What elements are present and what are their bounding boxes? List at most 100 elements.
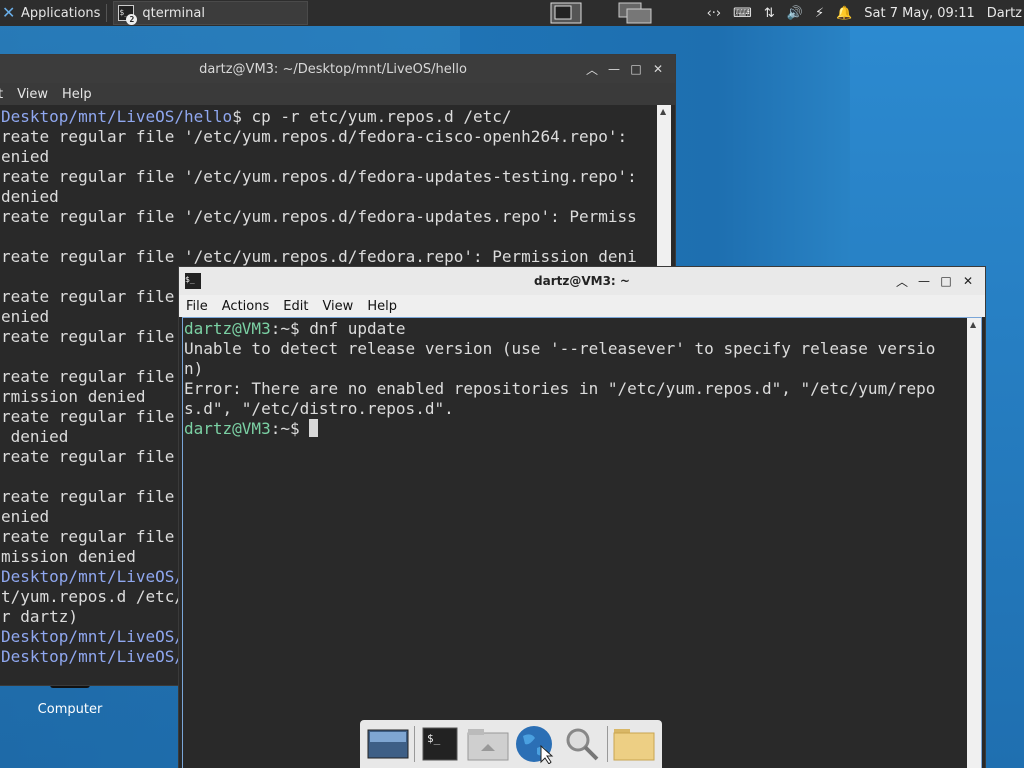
window-titlebar[interactable]: $_ dartz@VM3: ~ ︿ — □ ✕ [179,267,985,295]
dock-separator [414,726,415,762]
notification-bell-icon[interactable]: 🔔 [836,6,852,21]
dock-item-web-browser[interactable] [515,724,556,764]
output-line: reate regular file '/etc/yum.repos.d/fed… [1,247,659,267]
line-text: reate regular file '/etc/yum.repos.d/fed… [1,167,637,186]
workspace-1-icon[interactable] [550,2,582,24]
menubar: File Actions Edit View Help [179,295,985,317]
line-text: reate regular file [1,487,175,506]
window-title: dartz@VM3: ~/Desktop/mnt/LiveOS/hello [199,61,467,77]
line-text: reate regular file '/etc/yum.repos.d/fed… [1,207,637,226]
output-line: reate regular file '/etc/yum.repos.d/fed… [1,127,659,147]
window-shade-icon[interactable]: ︿ [891,273,913,290]
menu-item[interactable]: View [10,87,55,102]
line-text: reate regular file [1,287,175,306]
power-icon[interactable]: ⚡ [815,6,824,21]
user-menu[interactable]: Dartz [987,6,1022,21]
dock-item-home-folder[interactable] [467,724,509,764]
dock-item-files[interactable] [613,724,655,764]
dock: $_ [360,720,662,768]
network-icon[interactable]: ‹·› [707,6,722,21]
terminal-icon: $_ 2 [118,5,138,25]
line-text: t/yum.repos.d /etc/ [1,587,185,606]
home-folder-icon [467,729,509,761]
line-text: reate regular file [1,327,175,346]
terminal-icon: $_ [422,727,458,761]
dock-item-terminal[interactable]: $_ [420,724,461,764]
workspace-2-icon[interactable] [618,2,652,24]
window-minimize-icon[interactable]: — [913,274,935,288]
folder-icon [613,729,655,761]
output-line: reate regular file '/etc/yum.repos.d/fed… [1,207,659,227]
window-maximize-icon[interactable]: □ [935,274,957,288]
updown-arrows-icon[interactable]: ⇅ [764,6,775,21]
window-close-icon[interactable]: ✕ [647,62,669,76]
applications-menu[interactable]: ✕ Applications [0,0,102,26]
dock-item-show-desktop[interactable] [367,724,409,764]
svg-text:$_: $_ [427,732,441,745]
prompt-path: Desktop/mnt/LiveOS/ [1,647,185,666]
prompt-user: dartz@VM3 [184,319,271,338]
window-count-badge: 2 [126,14,138,25]
line-text: reate regular file '/etc/yum.repos.d/fed… [1,247,637,266]
line-text: $ cp -r etc/yum.repos.d /etc/ [232,107,512,126]
show-desktop-icon [367,729,409,759]
prompt-path: Desktop/mnt/LiveOS/ [1,627,185,646]
output-line: Unable to detect release version (use '-… [184,339,936,358]
magnifier-icon [566,728,599,761]
applications-label: Applications [21,5,101,21]
panel-separator [106,4,108,22]
system-tray: ‹·› ⌨ ⇅ 🔊 ⚡ 🔔 Sat 7 May, 09:11 Dartz [701,0,1024,26]
clock[interactable]: Sat 7 May, 09:11 [864,6,974,21]
line-text: reate regular file [1,367,175,386]
menu-item-edit[interactable]: Edit [276,299,315,314]
line-text: enied [1,507,50,526]
line-text: enied [1,307,50,326]
globe-icon [516,726,554,764]
volume-icon[interactable]: 🔊 [787,6,803,21]
terminal-output[interactable]: dartz@VM3:~$ dnf update Unable to detect… [184,319,964,768]
taskbar-label: qterminal [142,5,205,21]
output-line: Error: There are no enabled repositories… [184,379,936,398]
line-text: reate regular file [1,407,175,426]
output-line: enied [1,147,659,167]
window-shade-icon[interactable]: ︿ [581,61,603,78]
line-text: denied [1,427,69,446]
prompt-user: dartz@VM3 [184,419,271,438]
line-text: reate regular file '/etc/yum.repos.d/fed… [1,127,628,146]
line-text: enied [1,147,50,166]
keyboard-icon[interactable]: ⌨ [733,6,752,21]
output-line: s.d", "/etc/distro.repos.d". [184,399,454,418]
line-text: mission denied [1,547,136,566]
output-line: Desktop/mnt/LiveOS/hello$ cp -r etc/yum.… [1,107,659,127]
menu-item-actions[interactable]: Actions [215,299,277,314]
window-minimize-icon[interactable]: — [603,62,625,76]
prompt-path: Desktop/mnt/LiveOS/ [1,567,185,586]
dock-separator [607,726,608,762]
top-panel: ✕ Applications $_ 2 qterminal ‹·› ⌨ ⇅ 🔊 ⚡… [0,0,1024,26]
desktop-icon-label: Computer [37,702,103,717]
window-titlebar[interactable]: dartz@VM3: ~/Desktop/mnt/LiveOS/hello ︿ … [0,55,675,83]
taskbar-button-qterminal[interactable]: $_ 2 qterminal [113,1,309,25]
menu-item[interactable]: Help [55,87,99,102]
line-text: denied [1,187,59,206]
window-title: dartz@VM3: ~ [534,274,630,288]
text-cursor [309,419,319,437]
menu-item-file[interactable]: File [179,299,215,314]
prompt-path: Desktop/mnt/LiveOS/hello [1,107,233,126]
window-maximize-icon[interactable]: □ [625,62,647,76]
menu-item-view[interactable]: View [315,299,360,314]
terminal-window-front[interactable]: $_ dartz@VM3: ~ ︿ — □ ✕ File Actions Edi… [178,266,986,768]
output-line: reate regular file '/etc/yum.repos.d/fed… [1,167,659,187]
dock-item-search[interactable] [561,724,602,764]
line-text: reate regular file [1,527,175,546]
window-close-icon[interactable]: ✕ [957,274,979,288]
command-text: dnf update [309,319,406,338]
prompt-separator: :~$ [270,319,310,338]
prompt-separator: :~$ [270,419,310,438]
output-line: n) [184,359,204,378]
menu-item[interactable]: t [0,87,10,102]
menu-item-help[interactable]: Help [360,299,404,314]
menubar: t View Help [0,83,675,105]
scrollbar[interactable]: ▲ [967,318,981,768]
